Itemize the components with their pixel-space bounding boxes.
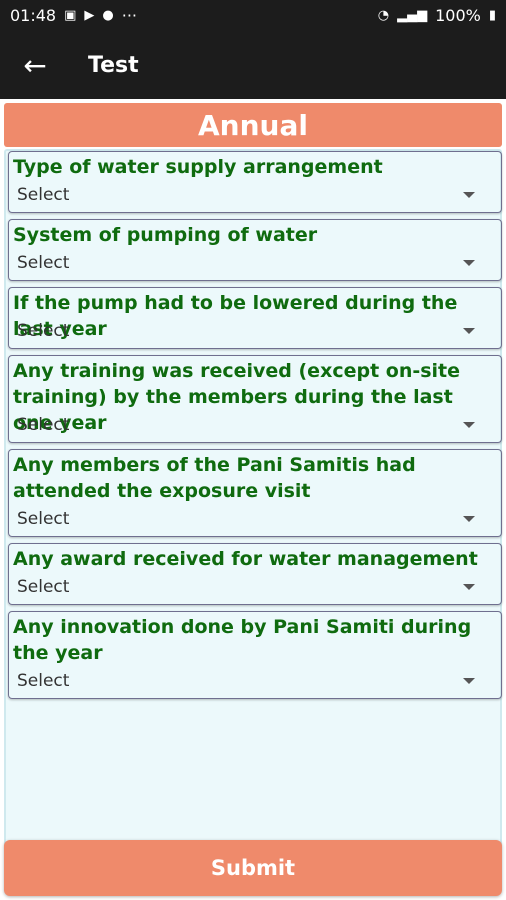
status-right: ◔ ▂▄▆ 100% ▮ xyxy=(378,6,496,25)
app-bar: ← Test xyxy=(0,31,506,99)
field-exposure-visit: Any members of the Pani Samitis had atte… xyxy=(8,449,502,537)
image-notification-icon: ▣ xyxy=(64,8,77,23)
battery-icon: ▮ xyxy=(488,8,496,23)
app-notification-icon: ● xyxy=(102,8,114,23)
back-button[interactable]: ← xyxy=(0,31,70,99)
chevron-down-icon xyxy=(463,584,475,590)
field-training-received: Any training was received (except on-sit… xyxy=(8,355,502,443)
exposure-visit-select[interactable]: Select xyxy=(17,508,493,530)
status-left: 01:48 ▣ ▶ ● ··· xyxy=(10,6,137,25)
wifi-icon: ◔ xyxy=(377,8,390,23)
water-supply-arrangement-select[interactable]: Select xyxy=(17,184,493,206)
innovation-done-select[interactable]: Select xyxy=(17,670,493,692)
arrow-left-icon: ← xyxy=(23,48,47,82)
field-label: Any award received for water management xyxy=(13,548,478,570)
chevron-down-icon xyxy=(463,192,475,198)
submit-button[interactable]: Submit xyxy=(4,840,502,896)
field-label: Any innovation done by Pani Samiti durin… xyxy=(13,616,472,664)
training-received-select[interactable]: Select xyxy=(17,414,493,436)
status-bar: 01:48 ▣ ▶ ● ··· ◔ ▂▄▆ 100% ▮ xyxy=(0,0,506,31)
select-value: Select xyxy=(17,415,70,435)
form-area: Type of water supply arrangement Select … xyxy=(4,149,502,882)
field-water-supply-arrangement: Type of water supply arrangement Select xyxy=(8,151,502,213)
page-title: Test xyxy=(88,52,139,78)
play-store-icon: ▶ xyxy=(84,8,95,23)
battery-percent: 100% xyxy=(435,6,481,25)
field-label: Any members of the Pani Samitis had atte… xyxy=(13,454,416,502)
chevron-down-icon xyxy=(463,328,475,334)
more-notifications-icon: ··· xyxy=(121,6,138,25)
pump-lowered-select[interactable]: Select xyxy=(17,320,493,342)
section-header: Annual xyxy=(4,103,502,147)
chevron-down-icon xyxy=(463,678,475,684)
select-value: Select xyxy=(17,253,70,273)
field-label: System of pumping of water xyxy=(13,224,318,246)
field-label: Type of water supply arrangement xyxy=(13,156,383,178)
select-value: Select xyxy=(17,321,70,341)
status-time: 01:48 xyxy=(10,6,57,25)
field-pumping-system: System of pumping of water Select xyxy=(8,219,502,281)
field-pump-lowered: If the pump had to be lowered during the… xyxy=(8,287,502,349)
select-value: Select xyxy=(17,185,70,205)
chevron-down-icon xyxy=(463,422,475,428)
pumping-system-select[interactable]: Select xyxy=(17,252,493,274)
page: Annual Type of water supply arrangement … xyxy=(0,99,506,900)
award-received-select[interactable]: Select xyxy=(17,576,493,598)
field-award-received: Any award received for water management … xyxy=(8,543,502,605)
select-value: Select xyxy=(17,671,70,691)
chevron-down-icon xyxy=(463,260,475,266)
select-value: Select xyxy=(17,577,70,597)
signal-icon: ▂▄▆ xyxy=(397,8,428,23)
select-value: Select xyxy=(17,509,70,529)
chevron-down-icon xyxy=(463,516,475,522)
field-innovation-done: Any innovation done by Pani Samiti durin… xyxy=(8,611,502,699)
